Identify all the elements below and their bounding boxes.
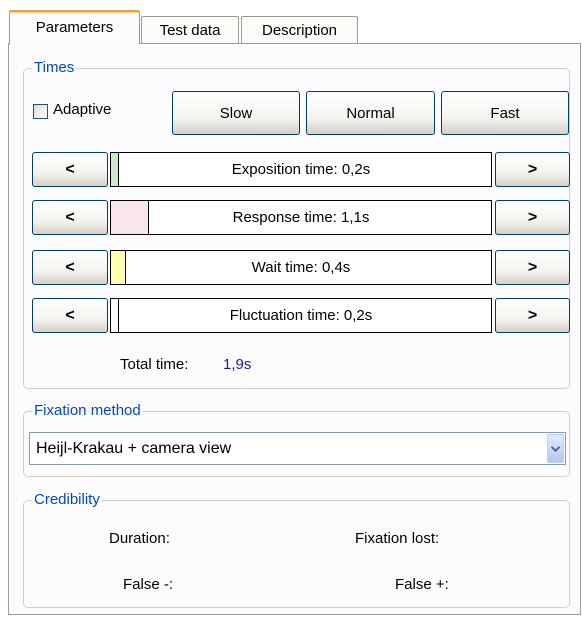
times-group-title: Times — [32, 58, 77, 78]
total-time-value: 1,9s — [223, 356, 252, 373]
response-time-bar[interactable]: Response time: 1,1s — [110, 200, 492, 235]
slow-button-label: Slow — [219, 104, 253, 122]
fixation-lost-label: Fixation lost: — [355, 530, 440, 547]
exposition-decrease-button[interactable]: < — [32, 152, 108, 187]
increase-symbol: > — [527, 208, 538, 226]
adaptive-label: Adaptive — [53, 101, 112, 118]
adaptive-checkbox[interactable] — [33, 104, 48, 119]
false-positive-label: False +: — [395, 576, 449, 593]
fast-button-label: Fast — [490, 104, 520, 122]
normal-button-label: Normal — [346, 104, 395, 122]
increase-symbol: > — [527, 306, 538, 324]
wait-increase-button[interactable]: > — [495, 250, 570, 285]
fixation-method-value: Heijl-Krakau + camera view — [36, 439, 232, 457]
tab-parameters[interactable]: Parameters — [9, 10, 140, 44]
fluctuation-time-bar[interactable]: Fluctuation time: 0,2s — [110, 298, 492, 333]
decrease-symbol: < — [65, 160, 75, 178]
response-decrease-button[interactable]: < — [32, 200, 108, 235]
increase-symbol: > — [527, 258, 538, 276]
wait-time-bar[interactable]: Wait time: 0,4s — [110, 250, 492, 285]
total-time-label: Total time: — [120, 356, 189, 373]
duration-label: Duration: — [109, 530, 170, 547]
fluctuation-time-label: Fluctuation time: 0,2s — [229, 307, 373, 324]
decrease-symbol: < — [65, 306, 75, 324]
fluctuation-increase-button[interactable]: > — [495, 298, 570, 333]
wait-decrease-button[interactable]: < — [32, 250, 108, 285]
fast-button[interactable]: Fast — [441, 91, 569, 135]
tab-panel-parameters: Times Adaptive Slow Normal Fast < Exposi… — [8, 43, 581, 615]
slow-button[interactable]: Slow — [172, 91, 300, 135]
chevron-down-icon[interactable] — [547, 434, 564, 463]
fixation-method-title: Fixation method — [32, 401, 143, 421]
increase-symbol: > — [527, 160, 538, 178]
credibility-title: Credibility — [32, 490, 102, 510]
decrease-symbol: < — [65, 208, 75, 226]
false-negative-label: False -: — [123, 576, 174, 593]
exposition-increase-button[interactable]: > — [495, 152, 570, 187]
normal-button[interactable]: Normal — [306, 91, 435, 135]
fluctuation-decrease-button[interactable]: < — [32, 298, 108, 333]
tab-test-data[interactable]: Test data — [141, 16, 239, 43]
tab-parameters-label: Parameters — [35, 19, 114, 36]
exposition-time-label: Exposition time: 0,2s — [231, 161, 371, 178]
response-time-label: Response time: 1,1s — [232, 209, 370, 226]
response-increase-button[interactable]: > — [495, 200, 570, 235]
tab-description-label: Description — [261, 21, 338, 39]
decrease-symbol: < — [65, 258, 75, 276]
tab-test-data-label: Test data — [159, 21, 221, 39]
fixation-method-select[interactable]: Heijl-Krakau + camera view — [29, 432, 566, 465]
wait-time-label: Wait time: 0,4s — [251, 259, 351, 276]
exposition-time-bar[interactable]: Exposition time: 0,2s — [110, 152, 492, 187]
tab-description[interactable]: Description — [241, 16, 358, 43]
credibility-group: Credibility — [23, 490, 570, 608]
